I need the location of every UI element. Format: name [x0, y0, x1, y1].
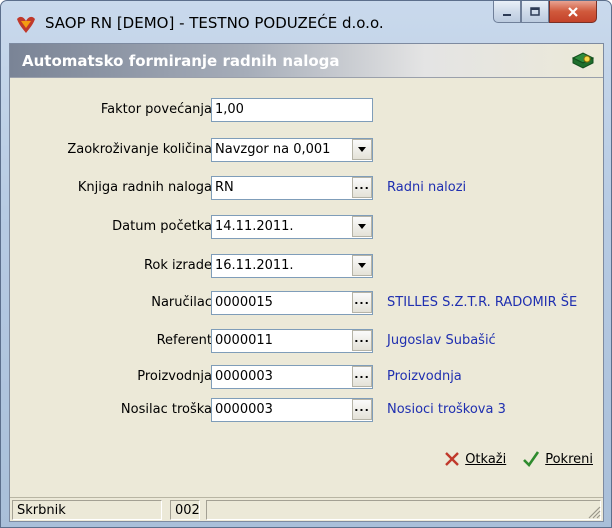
faktor-povecanja-label: Faktor povećanja	[100, 102, 212, 117]
narucilac-browse-button[interactable]: ...	[352, 292, 372, 313]
row-knjiga: Knjiga radnih naloga RN ... Radni nalozi	[10, 176, 603, 200]
help-book-icon[interactable]	[571, 50, 595, 72]
ellipsis-icon: ...	[354, 400, 370, 414]
proizvodnja-label: Proizvodnja	[137, 369, 212, 384]
cancel-button[interactable]: Otkaži	[444, 450, 506, 468]
narucilac-label: Naručilac	[151, 295, 212, 310]
nosilac-troska-label: Nosilac troška	[120, 402, 212, 417]
status-user: Skrbnik	[12, 500, 162, 520]
knjiga-description: Radni nalozi	[387, 180, 467, 195]
status-bar: Skrbnik 002	[10, 497, 603, 521]
datum-pocetka-label: Datum početka	[112, 219, 212, 234]
cancel-label: Otkaži	[465, 451, 507, 467]
window-title: SAOP RN [DEMO] - TESTNO PODUZEĆE d.o.o.	[45, 14, 384, 32]
proizvodnja-input[interactable]: 0000003	[211, 365, 373, 389]
form-header: Automatsko formiranje radnih naloga	[10, 44, 603, 78]
nosilac-troska-input[interactable]: 0000003	[211, 398, 373, 422]
datum-pocetka-dropdown-button[interactable]	[352, 216, 372, 237]
chevron-down-icon	[358, 263, 366, 268]
resize-grip-icon[interactable]	[587, 505, 601, 519]
caption-buttons	[493, 1, 597, 25]
rok-izrade-label: Rok izrade	[143, 258, 212, 273]
row-faktor-povecanja: Faktor povećanja 1,00	[10, 98, 603, 122]
row-rok-izrade: Rok izrade 16.11.2011.	[10, 254, 603, 278]
knjiga-label: Knjiga radnih naloga	[77, 180, 212, 195]
row-nosilac-troska: Nosilac troška 0000003 ... Nosioci trošk…	[10, 398, 603, 422]
ellipsis-icon: ...	[354, 367, 370, 381]
form-title: Automatsko formiranje radnih naloga	[22, 52, 340, 70]
faktor-povecanja-input[interactable]: 1,00	[211, 98, 373, 122]
dialog-actions: Otkaži Pokreni	[444, 450, 593, 468]
row-zaokrozivanje: Zaokroživanje količina Navzgor na 0,001	[10, 138, 603, 162]
rok-izrade-input[interactable]: 16.11.2011.	[211, 254, 373, 278]
datum-pocetka-input[interactable]: 14.11.2011.	[211, 215, 373, 239]
narucilac-description: STILLES S.Z.T.R. RADOMIR ŠE	[387, 295, 578, 310]
knjiga-browse-button[interactable]: ...	[352, 177, 372, 198]
zaokrozivanje-label: Zaokroživanje količina	[67, 142, 212, 157]
app-window: SAOP RN [DEMO] - TESTNO PODUZEĆE d.o.o. …	[0, 0, 612, 528]
ellipsis-icon: ...	[354, 331, 370, 345]
proizvodnja-browse-button[interactable]: ...	[352, 366, 372, 387]
referent-browse-button[interactable]: ...	[352, 330, 372, 351]
app-logo-icon	[17, 16, 35, 33]
row-proizvodnja: Proizvodnja 0000003 ... Proizvodnja	[10, 365, 603, 389]
checkmark-icon	[523, 451, 540, 468]
nosilac-troska-browse-button[interactable]: ...	[352, 399, 372, 420]
proizvodnja-description: Proizvodnja	[387, 369, 462, 384]
row-datum-pocetka: Datum početka 14.11.2011.	[10, 215, 603, 239]
title-bar[interactable]: SAOP RN [DEMO] - TESTNO PODUZEĆE d.o.o.	[1, 1, 611, 43]
rok-izrade-dropdown-button[interactable]	[352, 255, 372, 276]
minimize-button[interactable]	[493, 1, 521, 23]
start-label: Pokreni	[545, 451, 593, 467]
row-referent: Referent 0000011 ... Jugoslav Subašić	[10, 329, 603, 353]
zaokrozivanje-select[interactable]: Navzgor na 0,001	[211, 138, 373, 162]
close-icon	[568, 6, 578, 17]
maximize-button[interactable]	[521, 1, 549, 23]
zaokrozivanje-dropdown-button[interactable]	[352, 139, 372, 160]
row-narucilac: Naručilac 0000015 ... STILLES S.Z.T.R. R…	[10, 291, 603, 315]
minimize-icon	[503, 13, 511, 16]
referent-input[interactable]: 0000011	[211, 329, 373, 353]
maximize-icon	[530, 6, 540, 16]
ellipsis-icon: ...	[354, 178, 370, 192]
close-button[interactable]	[549, 1, 597, 23]
narucilac-input[interactable]: 0000015	[211, 291, 373, 315]
referent-label: Referent	[156, 333, 212, 348]
cancel-x-icon	[445, 452, 460, 466]
nosilac-troska-description: Nosioci troškova 3	[387, 402, 506, 417]
dialog-client-area: Automatsko formiranje radnih naloga Fakt…	[9, 43, 604, 522]
knjiga-input[interactable]: RN	[211, 176, 373, 200]
status-empty-pane	[206, 500, 601, 520]
referent-description: Jugoslav Subašić	[387, 333, 496, 348]
chevron-down-icon	[358, 224, 366, 229]
status-code: 002	[170, 500, 200, 520]
zaokrozivanje-value: Navzgor na 0,001	[215, 142, 331, 157]
start-button[interactable]: Pokreni	[522, 450, 593, 468]
chevron-down-icon	[358, 147, 366, 152]
ellipsis-icon: ...	[354, 293, 370, 307]
